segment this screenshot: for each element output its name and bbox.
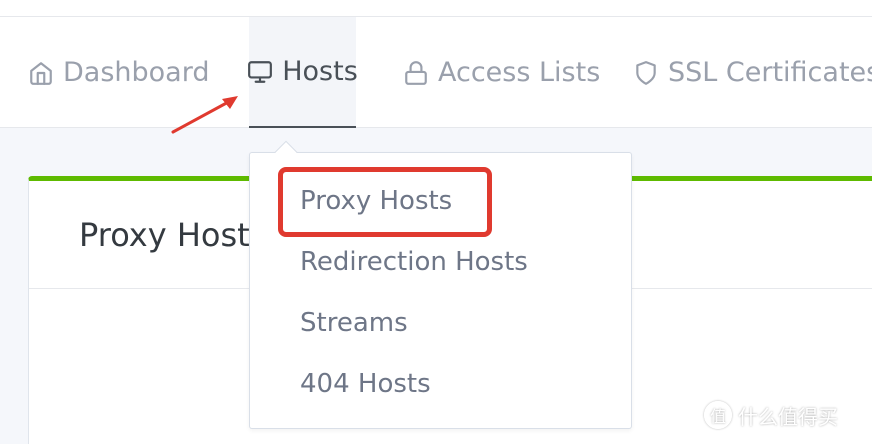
- dropdown-item-redirection-hosts[interactable]: Redirection Hosts: [300, 247, 528, 277]
- dropdown-item-404-hosts[interactable]: 404 Hosts: [300, 369, 431, 399]
- main-nav: Dashboard Hosts Access Lists SSL Certifi…: [0, 17, 872, 128]
- card-title: Proxy Hosts: [79, 215, 267, 254]
- nav-access-lists[interactable]: Access Lists: [403, 17, 600, 128]
- shield-icon: [633, 60, 659, 86]
- annotation-highlight-box: [278, 167, 492, 237]
- watermark-logo: 值: [704, 401, 732, 429]
- nav-hosts[interactable]: Hosts: [247, 17, 358, 128]
- dropdown-item-streams[interactable]: Streams: [300, 308, 408, 338]
- monitor-icon: [247, 59, 273, 85]
- annotation-arrow: [171, 96, 238, 134]
- lock-icon: [403, 60, 429, 86]
- top-bar: [0, 0, 872, 17]
- home-icon: [28, 60, 54, 86]
- watermark-text: 什么值得买: [738, 404, 838, 429]
- watermark: 值 什么值得买: [704, 400, 838, 430]
- nav-ssl-certificates-label: SSL Certificates: [668, 57, 872, 88]
- nav-ssl-certificates[interactable]: SSL Certificates: [633, 17, 872, 128]
- nav-access-lists-label: Access Lists: [438, 57, 601, 88]
- nav-hosts-label: Hosts: [282, 56, 358, 87]
- nav-dashboard-label: Dashboard: [63, 57, 210, 88]
